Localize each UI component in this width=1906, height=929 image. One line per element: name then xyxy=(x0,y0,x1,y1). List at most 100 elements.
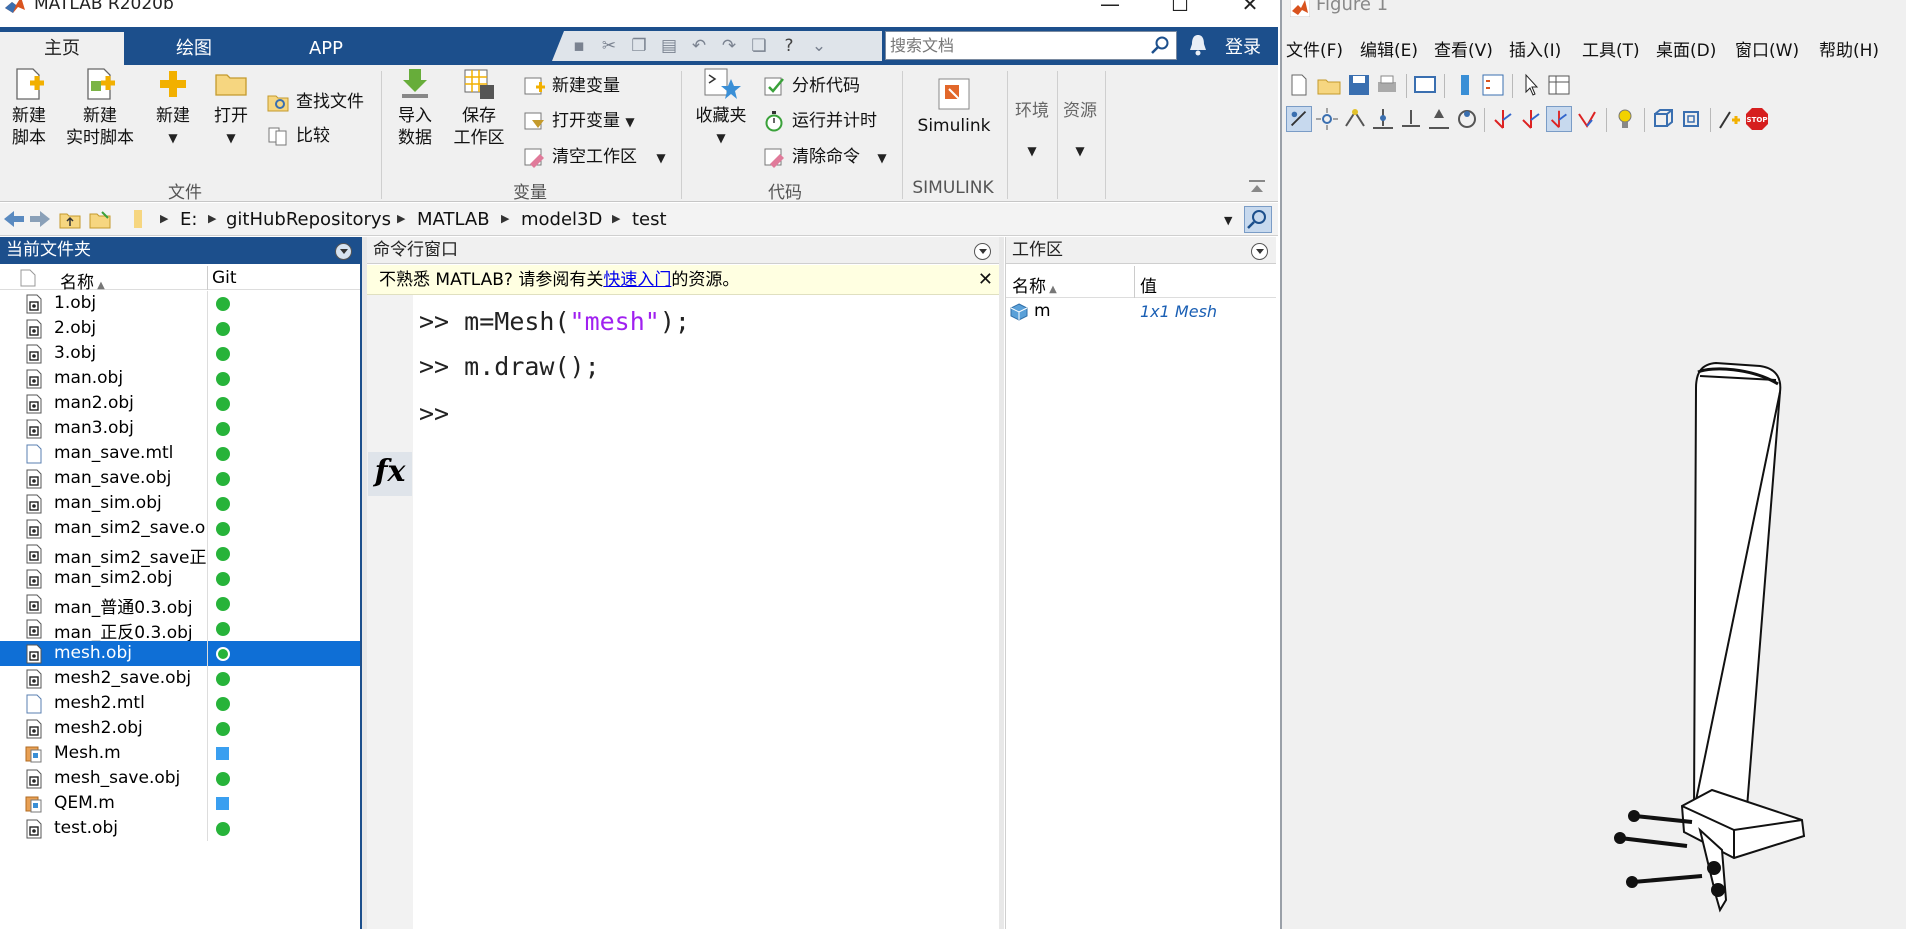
new-figure-icon[interactable] xyxy=(1286,72,1312,98)
orbit-camera-icon[interactable] xyxy=(1286,106,1312,132)
principal-axis-x-icon[interactable] xyxy=(1490,106,1516,132)
file-row[interactable]: QEM.m xyxy=(0,791,360,816)
file-row[interactable]: test.obj xyxy=(0,816,360,841)
file-row[interactable]: man_save.obj xyxy=(0,466,360,491)
maximize-icon[interactable]: ☐ xyxy=(1160,0,1200,16)
address-dropdown-icon[interactable]: ▼ xyxy=(1224,214,1232,227)
search-documentation[interactable] xyxy=(885,31,1177,60)
new-button[interactable]: 新建 ▼ xyxy=(150,67,196,149)
search-input[interactable] xyxy=(890,35,1140,56)
orthographic-projection-icon[interactable] xyxy=(1650,106,1676,132)
file-row[interactable]: mesh.obj xyxy=(0,641,360,666)
menu-file[interactable]: 文件(F) xyxy=(1286,36,1343,61)
search-icon[interactable] xyxy=(1150,35,1170,55)
menu-desktop[interactable]: 桌面(D) xyxy=(1656,36,1716,61)
breadcrumb-drive[interactable]: E: xyxy=(180,209,197,230)
compare-button[interactable]: 比较 xyxy=(266,123,330,149)
minimize-icon[interactable]: — xyxy=(1090,0,1130,16)
file-row[interactable]: man_sim2_save正.. xyxy=(0,541,360,568)
file-row[interactable]: man_普通0.3.obj xyxy=(0,591,360,618)
cut-icon[interactable]: ✂ xyxy=(598,35,620,57)
file-row[interactable]: man_sim2.obj xyxy=(0,566,360,591)
column-separator[interactable] xyxy=(1134,266,1135,298)
legend-icon[interactable] xyxy=(1480,72,1506,98)
principal-axis-y-icon[interactable] xyxy=(1518,106,1544,132)
column-name[interactable]: 名称 ▲ xyxy=(60,268,105,293)
reset-camera-icon[interactable] xyxy=(1716,106,1742,132)
colorbar-icon[interactable] xyxy=(1452,72,1478,98)
move-camera-icon[interactable] xyxy=(1370,106,1396,132)
zoom-camera-icon[interactable] xyxy=(1426,106,1452,132)
environment-button[interactable]: 环境 ▼ xyxy=(1012,100,1052,162)
sign-in-link[interactable]: 登录 xyxy=(1225,33,1261,59)
find-files-button[interactable]: 查找文件 xyxy=(266,89,364,115)
run-and-time-button[interactable]: 运行并计时 xyxy=(762,108,877,134)
workspace-variable-row[interactable]: m 1x1 Mesh xyxy=(1006,299,1276,325)
menu-tools[interactable]: 工具(T) xyxy=(1582,36,1640,61)
collapse-ribbon-icon[interactable] xyxy=(1248,179,1266,195)
column-separator[interactable] xyxy=(207,266,208,290)
property-inspector-icon[interactable] xyxy=(1546,72,1572,98)
analyze-code-button[interactable]: 分析代码 xyxy=(762,73,860,99)
clear-commands-button[interactable]: 清除命令 ▼ xyxy=(762,144,887,170)
open-button[interactable]: 打开 ▼ xyxy=(208,67,254,149)
menu-view[interactable]: 查看(V) xyxy=(1434,36,1493,61)
import-data-button[interactable]: 导入 数据 xyxy=(392,67,438,149)
help-icon[interactable]: ? xyxy=(778,35,800,57)
move-camera-vertical-icon[interactable] xyxy=(1398,106,1424,132)
light-bulb-icon[interactable] xyxy=(1612,106,1638,132)
panel-splitter[interactable] xyxy=(999,237,1004,929)
panel-actions-icon[interactable] xyxy=(335,243,352,260)
column-name[interactable]: 名称 ▲ xyxy=(1012,272,1057,297)
pointer-icon[interactable] xyxy=(1518,72,1544,98)
save-figure-icon[interactable] xyxy=(1346,72,1372,98)
undo-icon[interactable]: ↶ xyxy=(688,35,710,57)
menu-window[interactable]: 窗口(W) xyxy=(1735,36,1799,61)
save-workspace-button[interactable]: 保存 工作区 xyxy=(450,67,508,149)
tab-plots[interactable]: 绘图 xyxy=(134,32,254,65)
forward-arrow-icon[interactable] xyxy=(28,208,52,230)
menu-edit[interactable]: 编辑(E) xyxy=(1360,36,1418,61)
figure-axes[interactable] xyxy=(1282,140,1906,929)
new-variable-button[interactable]: 新建变量 xyxy=(522,73,620,99)
breadcrumb-githubrepositorys[interactable]: gitHubRepositorys xyxy=(226,209,391,230)
orbit-light-icon[interactable] xyxy=(1314,106,1340,132)
principal-axis-none-icon[interactable] xyxy=(1574,106,1600,132)
function-browser-button[interactable]: fx xyxy=(368,452,412,496)
column-git[interactable]: Git xyxy=(212,268,237,288)
file-row[interactable]: mesh_save.obj xyxy=(0,766,360,791)
menu-insert[interactable]: 插入(I) xyxy=(1509,36,1561,61)
file-row[interactable]: mesh2_save.obj xyxy=(0,666,360,691)
file-row[interactable]: mesh2.obj xyxy=(0,716,360,741)
file-row[interactable]: 3.obj xyxy=(0,341,360,366)
file-row[interactable]: 1.obj xyxy=(0,291,360,316)
open-file-icon[interactable] xyxy=(1316,72,1342,98)
file-row[interactable]: Mesh.m xyxy=(0,741,360,766)
new-script-button[interactable]: 新建 脚本 xyxy=(6,67,52,149)
bell-icon[interactable] xyxy=(1187,33,1209,57)
print-icon[interactable] xyxy=(1374,72,1400,98)
file-row[interactable]: 2.obj xyxy=(0,316,360,341)
file-row[interactable]: mesh2.mtl xyxy=(0,691,360,716)
breadcrumb-matlab[interactable]: MATLAB xyxy=(417,209,490,230)
favorites-button[interactable]: 收藏夹 ▼ xyxy=(690,67,752,149)
stop-camera-icon[interactable]: STOP xyxy=(1744,106,1770,132)
folder-search-button[interactable] xyxy=(1244,206,1272,233)
pan-tilt-camera-icon[interactable] xyxy=(1342,106,1368,132)
perspective-projection-icon[interactable] xyxy=(1678,106,1704,132)
back-arrow-icon[interactable] xyxy=(2,208,26,230)
file-row[interactable]: man2.obj xyxy=(0,391,360,416)
command-input-line[interactable]: >> xyxy=(419,399,449,428)
panel-actions-icon[interactable] xyxy=(974,243,991,260)
redo-icon[interactable]: ↷ xyxy=(718,35,740,57)
paste-icon[interactable]: ▤ xyxy=(658,35,680,57)
open-variable-button[interactable]: 打开变量 ▼ xyxy=(522,108,635,134)
roll-camera-icon[interactable] xyxy=(1454,106,1480,132)
file-row[interactable]: man_sim2_save.o.. xyxy=(0,516,360,541)
file-row[interactable]: man_正反0.3.obj xyxy=(0,616,360,643)
browse-folder-icon[interactable] xyxy=(88,208,112,230)
panel-actions-icon[interactable] xyxy=(1251,243,1268,260)
new-live-script-button[interactable]: 新建 实时脚本 xyxy=(64,67,136,149)
tab-apps[interactable]: APP xyxy=(266,32,386,65)
up-folder-icon[interactable] xyxy=(58,208,82,230)
